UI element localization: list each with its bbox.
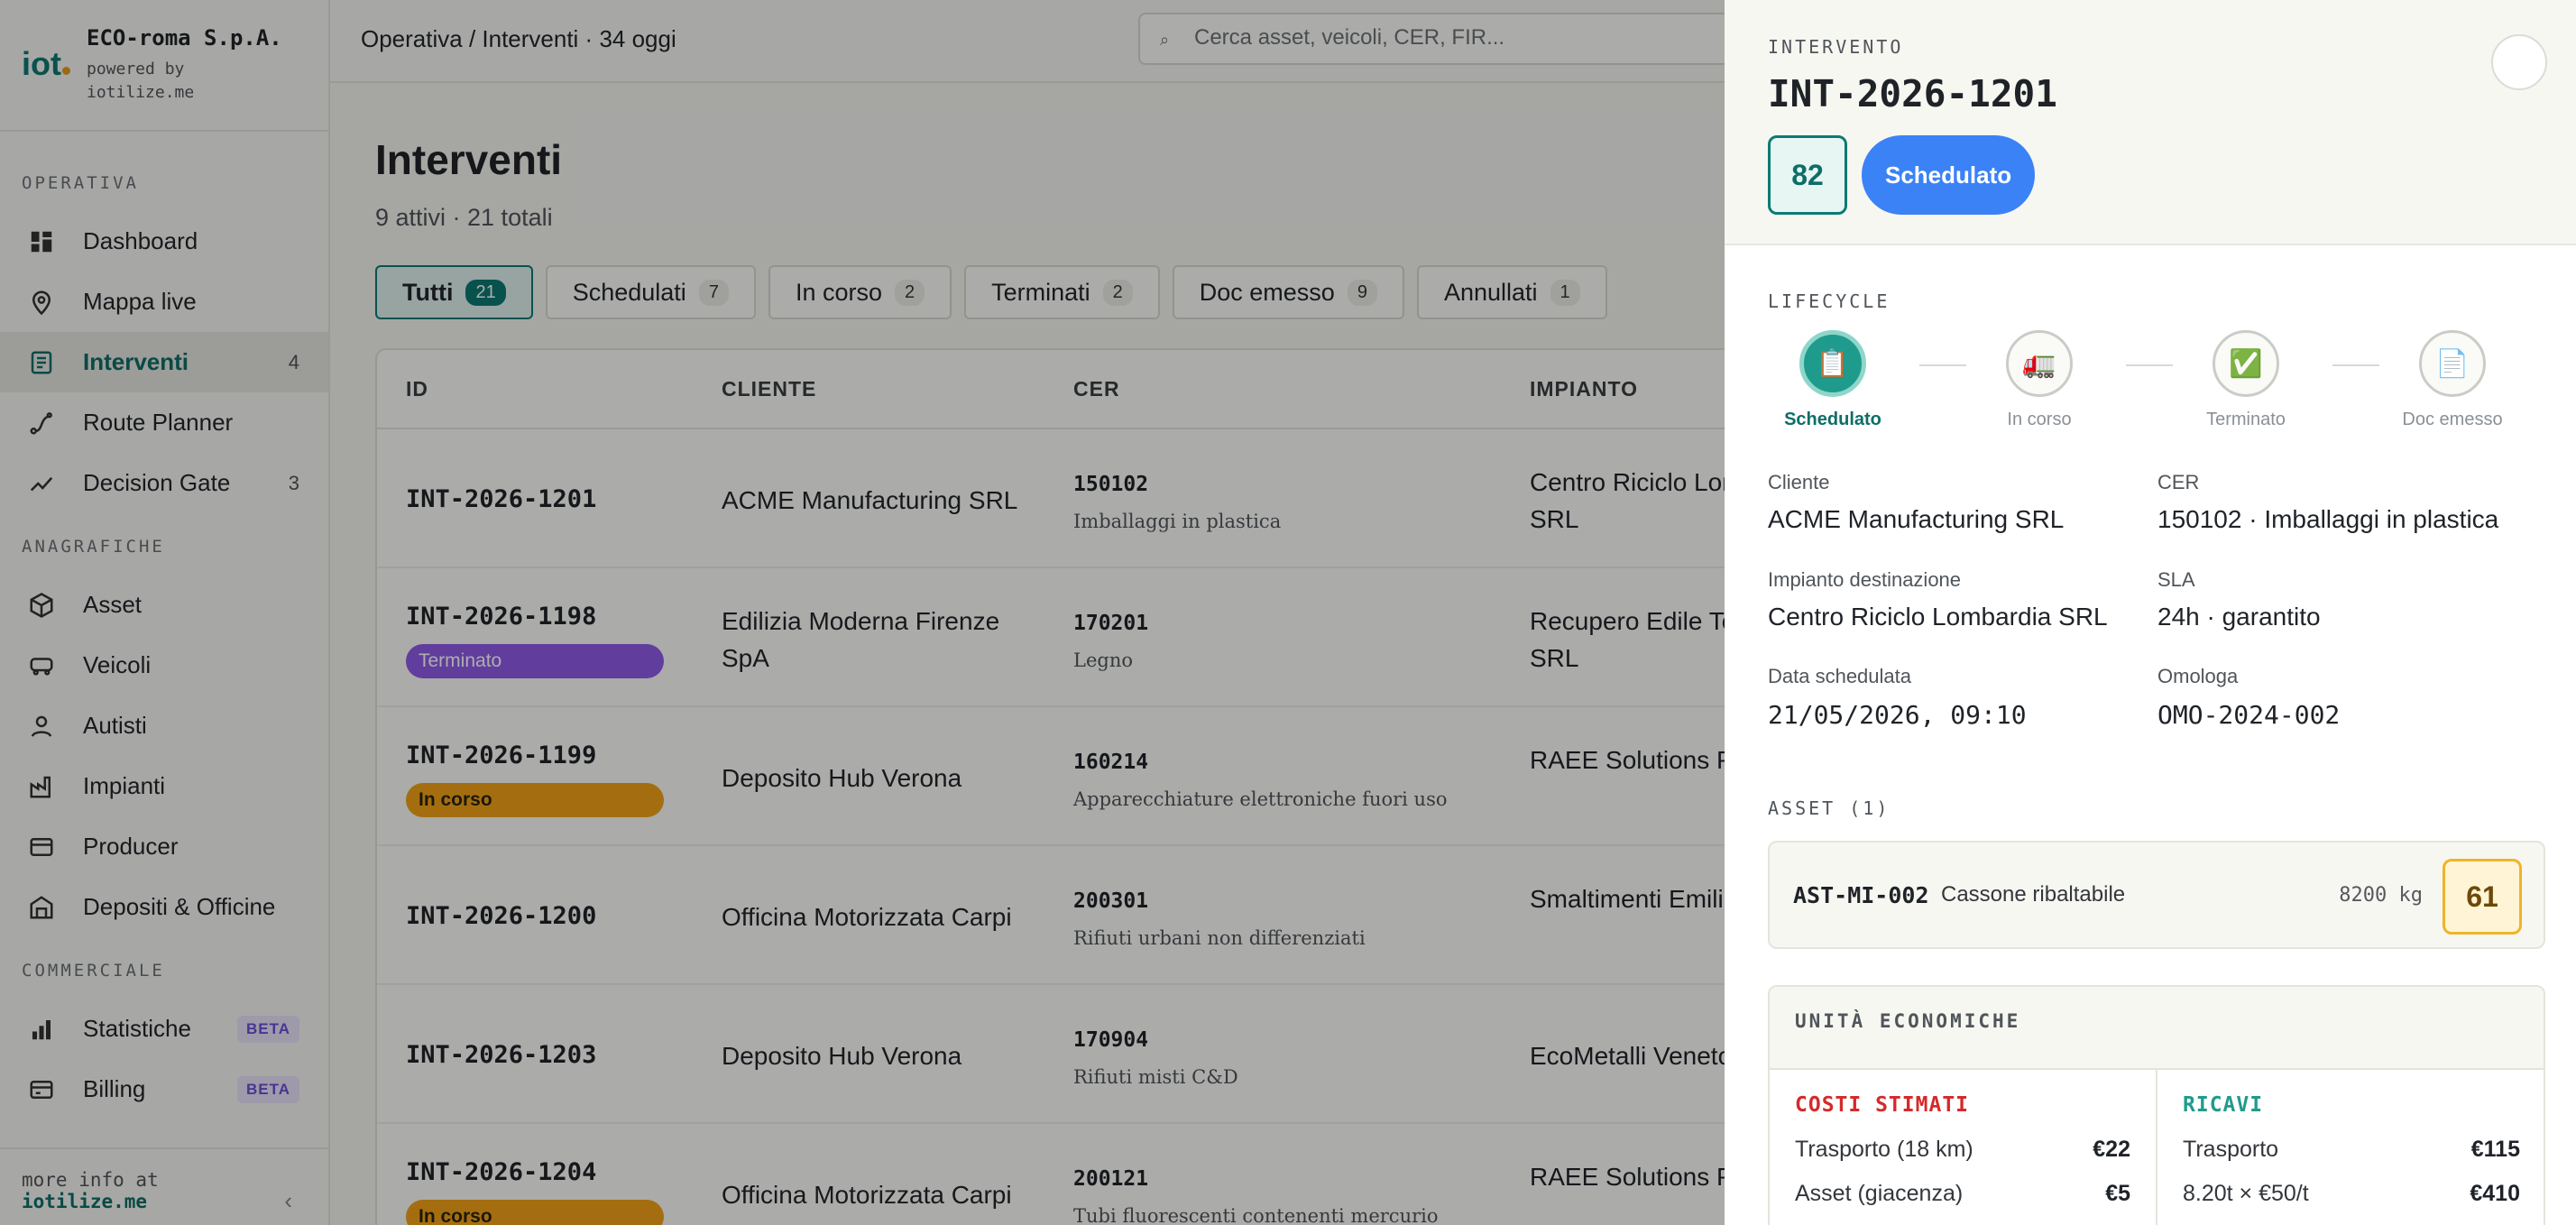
cost-line: Asset (giacenza) €5 [1795, 1181, 2130, 1207]
step-label: Terminato [2206, 410, 2286, 429]
impianto-value: Centro Riciclo Lombardia SRL [1768, 603, 2108, 631]
revenue-amount: €410 [2470, 1181, 2520, 1206]
drawer-title: INT-2026-1201 [1768, 72, 2057, 115]
revenue-line: 8.20t × €50/t €410 [2183, 1181, 2520, 1207]
asset-card[interactable]: AST-MI-002 Cassone ribaltabile 8200 kg 6… [1768, 841, 2545, 949]
asset-weight: 8200 kg [2339, 884, 2423, 907]
costs-title: COSTI STIMATI [1795, 1093, 1970, 1117]
step-icon: 🚛 [2006, 330, 2073, 397]
impianto-label: Impianto destinazione [1768, 568, 1962, 591]
step-connector [1919, 364, 1966, 366]
costs-column: COSTI STIMATI Trasporto (18 km) €22 Asset… [1770, 1070, 2157, 1225]
cost-amount: €5 [2105, 1181, 2130, 1206]
sla-label: SLA [2157, 568, 2195, 591]
economics-title: UNITÀ ECONOMICHE [1770, 987, 2544, 1070]
asset-name: Cassone ribaltabile [1941, 882, 2126, 907]
data-schedulata-label: Data schedulata [1768, 665, 1911, 687]
lifecycle-step-doc-emesso: 📄 Doc emesso [2380, 330, 2525, 430]
cost-amount: €22 [2093, 1137, 2130, 1162]
step-label: In corso [2007, 410, 2072, 429]
step-label: Schedulato [1784, 410, 1881, 429]
drawer-header: INTERVENTO INT-2026-1201 82 Schedulato [1725, 0, 2576, 245]
cer-value: 150102 · Imballaggi in plastica [2157, 505, 2499, 533]
drawer-kicker: INTERVENTO [1768, 36, 1904, 58]
asset-score-badge: 61 [2443, 859, 2522, 935]
revenue-amount: €115 [2470, 1137, 2520, 1162]
step-connector [2126, 364, 2173, 366]
cost-label: Trasporto (18 km) [1795, 1137, 1973, 1162]
step-connector [2332, 364, 2379, 366]
step-icon: ✅ [2213, 330, 2279, 397]
omologa-label: Omologa [2157, 665, 2239, 687]
lifecycle-step-in-corso: 🚛 In corso [1967, 330, 2111, 430]
step-icon: 📋 [1799, 330, 1866, 397]
revenue-label: 8.20t × €50/t [2183, 1181, 2309, 1206]
step-label: Doc emesso [2402, 410, 2503, 429]
economics-card: UNITÀ ECONOMICHE COSTI STIMATI Trasporto… [1768, 985, 2545, 1225]
asset-section-label: ASSET (1) [1768, 797, 1891, 819]
revenue-line: Trasporto €115 [2183, 1137, 2520, 1163]
score-badge: 82 [1768, 135, 1847, 215]
revenue-label: Trasporto [2183, 1137, 2279, 1162]
sla-value: 24h · garantito [2157, 603, 2321, 631]
status-button[interactable]: Schedulato [1862, 135, 2036, 215]
cost-label: Asset (giacenza) [1795, 1181, 1964, 1206]
lifecycle-step-schedulato: 📋 Schedulato [1761, 330, 1905, 430]
cliente-label: Cliente [1768, 471, 1830, 493]
intervento-drawer: INTERVENTO INT-2026-1201 82 Schedulato L… [1725, 0, 2576, 1225]
cer-label: CER [2157, 471, 2200, 493]
cost-line: Trasporto (18 km) €22 [1795, 1137, 2130, 1163]
lifecycle-label: LIFECYCLE [1768, 290, 1891, 312]
close-drawer-button[interactable] [2491, 34, 2547, 90]
revenue-column: RICAVI Trasporto €115 8.20t × €50/t €410 [2157, 1070, 2544, 1225]
modal-backdrop[interactable] [0, 0, 1725, 1225]
lifecycle-step-terminato: ✅ Terminato [2174, 330, 2318, 430]
step-icon: 📄 [2419, 330, 2486, 397]
revenue-title: RICAVI [2183, 1093, 2264, 1117]
omologa-value: OMO-2024-002 [2157, 700, 2341, 730]
asset-code: AST-MI-002 [1793, 882, 1929, 908]
data-schedulata-value: 21/05/2026, 09:10 [1768, 700, 2027, 730]
cliente-value: ACME Manufacturing SRL [1768, 505, 2065, 533]
